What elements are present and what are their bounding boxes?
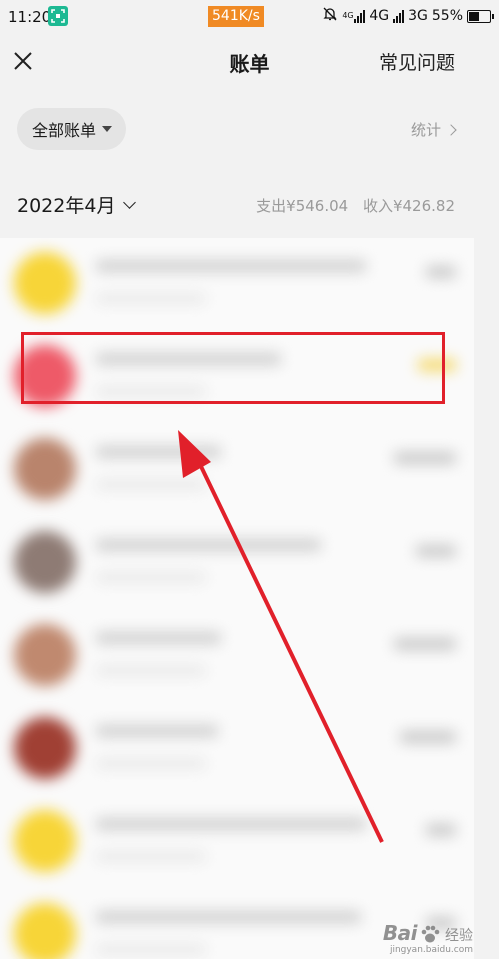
battery-percent: 55%: [431, 8, 463, 24]
bill-title-blurred: [96, 446, 221, 458]
network-speed-badge: 541K/s: [208, 6, 264, 27]
caret-down-icon: [102, 126, 113, 132]
watermark: Bai 经验 jingyan.baidu.com: [382, 921, 473, 955]
bill-title-blurred: [96, 632, 221, 644]
bill-amount-blurred: [394, 452, 456, 464]
bill-title-blurred: [96, 911, 361, 923]
bill-time-blurred: [96, 573, 206, 582]
bill-time-blurred: [96, 945, 206, 954]
signal-icon: [354, 9, 366, 23]
highlight-box: [21, 332, 445, 404]
bill-title-blurred: [96, 725, 218, 737]
bill-time-blurred: [96, 759, 206, 768]
stats-label: 统计: [410, 121, 441, 139]
status-bar: 11:20 541K/s 4G 4G 3G 55%: [0, 0, 499, 34]
merchant-avatar: [14, 624, 76, 686]
merchant-avatar: [14, 252, 76, 314]
bill-title-blurred: [96, 539, 321, 551]
bill-amount-blurred: [416, 545, 456, 557]
bill-amount-blurred: [426, 824, 456, 836]
faq-link[interactable]: 常见问题: [379, 48, 455, 75]
bill-title-blurred: [96, 818, 366, 830]
merchant-avatar: [14, 717, 76, 779]
month-summary: 支出¥546.04 收入¥426.82: [246, 195, 455, 216]
merchant-avatar: [14, 438, 76, 500]
status-time: 11:20: [8, 8, 52, 26]
header: 账单 常见问题: [0, 36, 499, 86]
bill-row[interactable]: [0, 703, 474, 796]
watermark-url: jingyan.baidu.com: [389, 945, 473, 955]
signal-icon-2: [393, 9, 405, 23]
stats-link[interactable]: 统计: [410, 119, 457, 140]
bill-amount-blurred: [400, 731, 456, 743]
all-bills-filter-button[interactable]: 全部账单: [17, 108, 127, 150]
bill-time-blurred: [96, 294, 206, 303]
watermark-logo: Bai: [382, 921, 418, 945]
merchant-avatar: [14, 810, 76, 872]
income-total: 收入¥426.82: [362, 197, 455, 215]
watermark-text: 经验: [445, 928, 473, 944]
month-label: 2022年4月: [17, 195, 116, 217]
bell-muted-icon: [322, 6, 338, 26]
battery-icon: [467, 10, 494, 23]
expense-total: 支出¥546.04: [256, 197, 349, 215]
bill-time-blurred: [96, 852, 206, 861]
bill-title-blurred: [96, 260, 366, 272]
bill-time-blurred: [96, 666, 206, 675]
chevron-right-icon: [445, 123, 457, 136]
bill-row[interactable]: [0, 796, 474, 889]
network-type-1: 4G: [369, 8, 390, 24]
bill-row[interactable]: [0, 610, 474, 703]
chevron-down-icon: [123, 195, 137, 209]
status-indicators: 4G 4G 3G 55%: [322, 6, 463, 26]
merchant-avatar: [14, 531, 76, 593]
scan-icon: [48, 6, 68, 26]
network-type-2: 3G: [408, 8, 428, 24]
bill-row[interactable]: [0, 238, 474, 331]
paw-icon: [419, 923, 441, 945]
bill-row[interactable]: [0, 517, 474, 610]
bill-row[interactable]: [0, 424, 474, 517]
volte-icon: 4G: [342, 11, 354, 20]
month-picker[interactable]: 2022年4月: [17, 191, 137, 218]
filter-label: 全部账单: [32, 121, 97, 140]
right-edge: [474, 238, 499, 959]
merchant-avatar: [14, 903, 76, 959]
bill-time-blurred: [96, 480, 206, 489]
bill-amount-blurred: [394, 638, 456, 650]
bill-amount-blurred: [426, 266, 456, 278]
